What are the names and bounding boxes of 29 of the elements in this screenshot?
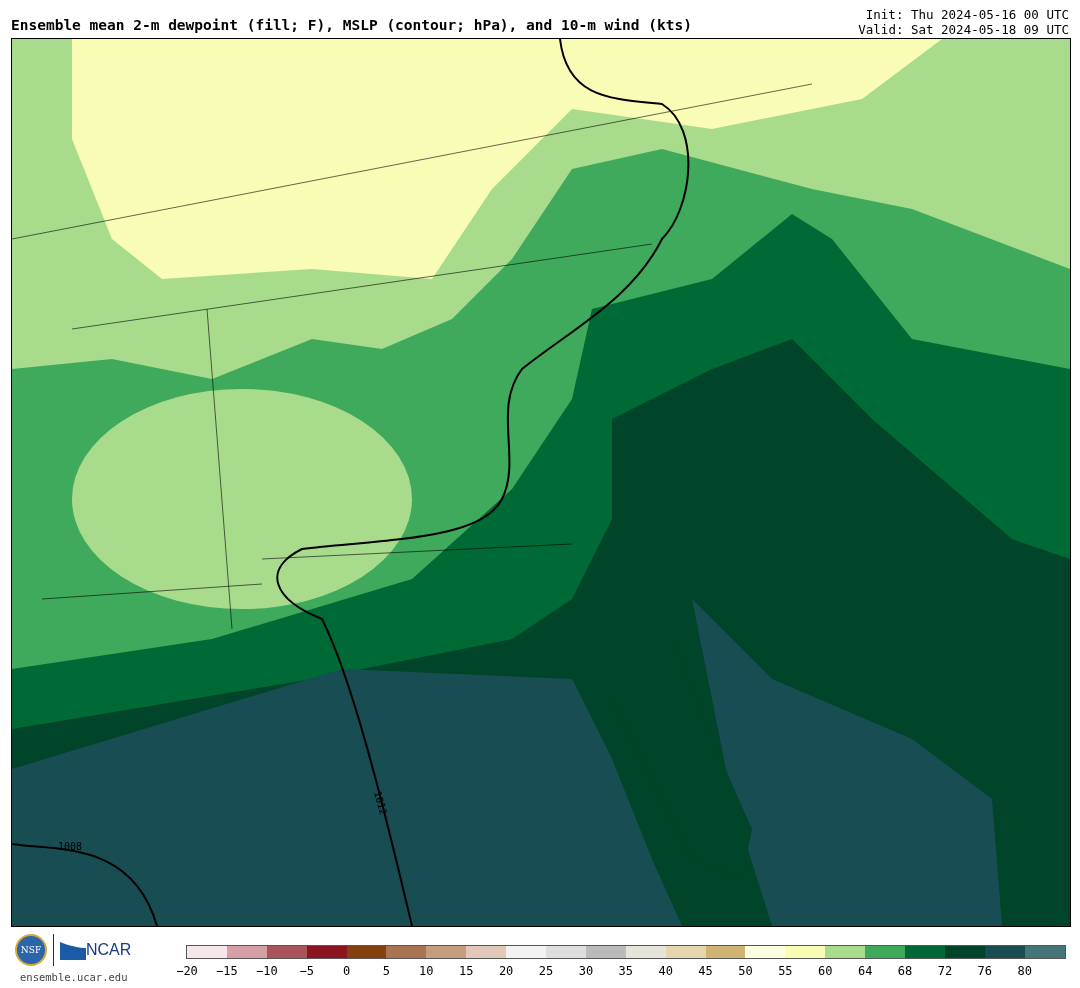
tick-label: 60 <box>817 964 834 978</box>
tick-label: 5 <box>381 964 392 978</box>
tick-label: 35 <box>617 964 634 978</box>
chart-title: Ensemble mean 2-m dewpoint (fill; F), MSLP (contour; hPa), and 10-m wind (kts) <box>11 17 692 35</box>
tick-label: −10 <box>254 964 279 978</box>
tick-label: 0 <box>341 964 352 978</box>
tick-label: 40 <box>657 964 674 978</box>
tick-label: 10 <box>418 964 435 978</box>
valid-time: Valid: Sat 2024-05-18 09 UTC <box>858 22 1069 37</box>
tick-label: 68 <box>896 964 914 978</box>
tick-label: 55 <box>777 964 794 978</box>
tick-label: −5 <box>298 964 315 978</box>
tick-label: 15 <box>458 964 475 978</box>
nsf-logo: NSF <box>15 934 47 966</box>
site-url: ensemble.ucar.edu <box>20 971 129 983</box>
tick-label: 20 <box>497 964 515 978</box>
tick-label: 25 <box>537 964 555 978</box>
tick-label: 64 <box>856 964 874 978</box>
tick-label: 45 <box>697 964 714 978</box>
tick-label: 76 <box>976 964 994 978</box>
tick-label: 72 <box>936 964 954 978</box>
tick-label: 30 <box>577 964 595 978</box>
tick-label: −20 <box>175 964 199 978</box>
tick-label: −15 <box>215 964 239 978</box>
tick-label: 80 <box>1016 964 1033 978</box>
swoosh-icon <box>60 940 86 960</box>
init-time: Init: Thu 2024-05-16 00 UTC <box>865 7 1069 22</box>
tick-label: 50 <box>737 964 754 978</box>
ncar-logo: NCAR <box>86 941 132 959</box>
